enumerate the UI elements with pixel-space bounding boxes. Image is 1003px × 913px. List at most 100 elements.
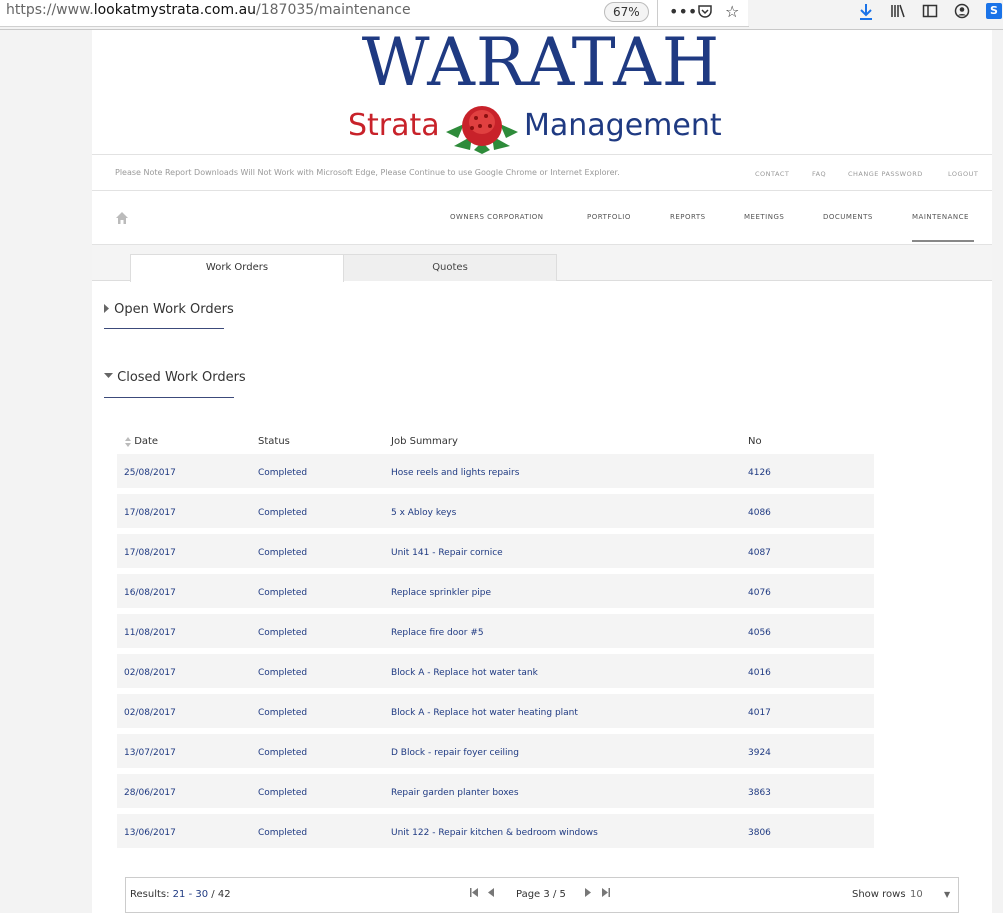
job-summary-cell: Hose reels and lights repairs (391, 468, 520, 478)
faq-link[interactable]: FAQ (812, 170, 826, 178)
open-work-orders-toggle[interactable]: Open Work Orders (104, 302, 234, 317)
download-icon[interactable] (858, 3, 874, 25)
first-page-icon[interactable] (470, 888, 478, 900)
extension-icon[interactable]: S (986, 3, 1002, 19)
last-page-icon[interactable] (602, 888, 610, 900)
table-row[interactable]: 25/08/2017 Completed Hose reels and lights… (117, 454, 874, 488)
status-cell: Completed (258, 788, 308, 798)
tab-quotes[interactable]: Quotes (343, 254, 557, 281)
caret-right-icon (104, 304, 109, 313)
table-row[interactable]: 11/08/2017 Completed Replace fire door #5 4… (117, 614, 874, 648)
chevron-down-icon[interactable]: ▼ (944, 890, 950, 899)
table-row[interactable]: 28/06/2017 Completed Repair garden planter… (117, 774, 874, 808)
date-cell: 13/07/2017 (124, 748, 176, 758)
number-cell: 3924 (748, 748, 771, 758)
table-row[interactable]: 16/08/2017 Completed Replace sprinkler pip… (117, 574, 874, 608)
number-cell: 4016 (748, 668, 771, 678)
library-icon[interactable] (890, 3, 906, 23)
job-summary-cell: Replace sprinkler pipe (391, 588, 492, 598)
status-cell: Completed (258, 628, 308, 638)
table-row[interactable]: 13/06/2017 Completed Unit 122 - Repair kit… (117, 814, 874, 848)
divider (92, 190, 992, 191)
contact-link[interactable]: CONTACT (755, 170, 789, 178)
job-summary-cell: Block A - Replace hot water heating plan… (391, 708, 578, 718)
no-column-header[interactable]: No (748, 436, 762, 447)
date-column-header[interactable]: Date (125, 436, 158, 447)
nav-portfolio[interactable]: PORTFOLIO (587, 213, 631, 221)
nav-owners-corporation[interactable]: OWNERS CORPORATION (450, 213, 544, 221)
date-cell: 16/08/2017 (124, 588, 176, 598)
url-text[interactable]: https://www.lookatmystrata.com.au/187035… (6, 2, 411, 18)
browser-notice: Please Note Report Downloads Will Not Wo… (115, 168, 620, 177)
status-column-header[interactable]: Status (258, 436, 290, 447)
pagination-bar: Results: 21 - 30 / 42 Page 3 / 5 Show ro… (125, 877, 959, 913)
date-cell: 25/08/2017 (124, 468, 176, 478)
page-indicator: Page 3 / 5 (516, 889, 566, 900)
number-cell: 4056 (748, 628, 771, 638)
date-cell: 02/08/2017 (124, 668, 176, 678)
status-cell: Completed (258, 468, 308, 478)
number-cell: 4086 (748, 508, 771, 518)
date-cell: 13/06/2017 (124, 828, 176, 838)
closed-work-orders-label: Closed Work Orders (117, 370, 246, 385)
number-cell: 4087 (748, 548, 771, 558)
date-cell: 11/08/2017 (124, 628, 176, 638)
sidebar-icon[interactable] (922, 3, 938, 23)
date-cell: 28/06/2017 (124, 788, 176, 798)
number-cell: 4126 (748, 468, 771, 478)
divider (92, 154, 992, 155)
next-page-icon[interactable] (585, 888, 591, 900)
status-cell: Completed (258, 588, 308, 598)
more-actions-icon[interactable]: ••• (669, 3, 697, 21)
section-underline (104, 397, 234, 398)
results-summary: Results: 21 - 30 / 42 (130, 889, 231, 900)
job-summary-cell: Block A - Replace hot water tank (391, 668, 538, 678)
date-cell: 17/08/2017 (124, 548, 176, 558)
status-cell: Completed (258, 748, 308, 758)
job-summary-column-header[interactable]: Job Summary (391, 436, 458, 447)
nav-maintenance[interactable]: MAINTENANCE (912, 213, 969, 221)
table-row[interactable]: 02/08/2017 Completed Block A - Replace hot… (117, 654, 874, 688)
account-icon[interactable] (954, 3, 970, 23)
waratah-logo[interactable]: WARATAH Strata Management (348, 24, 734, 154)
number-cell: 4076 (748, 588, 771, 598)
home-icon[interactable] (115, 211, 129, 225)
status-cell: Completed (258, 548, 308, 558)
change-password-link[interactable]: CHANGE PASSWORD (848, 170, 923, 178)
job-summary-cell: Unit 122 - Repair kitchen & bedroom wind… (391, 828, 598, 838)
job-summary-cell: Replace fire door #5 (391, 628, 484, 638)
job-summary-cell: D Block - repair foyer ceiling (391, 748, 519, 758)
section-underline (104, 328, 224, 329)
table-row[interactable]: 17/08/2017 Completed 5 x Abloy keys 4086 (117, 494, 874, 528)
waratah-flower-icon (446, 106, 518, 154)
caret-down-icon (104, 373, 113, 378)
date-cell: 17/08/2017 (124, 508, 176, 518)
pocket-icon[interactable] (697, 3, 713, 23)
table-row[interactable]: 13/07/2017 Completed D Block - repair foye… (117, 734, 874, 768)
status-cell: Completed (258, 708, 308, 718)
nav-reports[interactable]: REPORTS (670, 213, 706, 221)
show-rows-label: Show rows (852, 889, 906, 900)
rows-per-page-select[interactable]: 10 (910, 889, 923, 900)
job-summary-cell: 5 x Abloy keys (391, 508, 457, 518)
prev-page-icon[interactable] (488, 888, 494, 900)
table-row[interactable]: 17/08/2017 Completed Unit 141 - Repair cor… (117, 534, 874, 568)
job-summary-cell: Unit 141 - Repair cornice (391, 548, 503, 558)
open-work-orders-label: Open Work Orders (114, 302, 234, 317)
date-cell: 02/08/2017 (124, 708, 176, 718)
zoom-level-badge[interactable]: 67% (604, 2, 649, 22)
table-row[interactable]: 02/08/2017 Completed Block A - Replace hot… (117, 694, 874, 728)
status-cell: Completed (258, 668, 308, 678)
nav-documents[interactable]: DOCUMENTS (823, 213, 873, 221)
sort-icon (125, 437, 131, 447)
number-cell: 3806 (748, 828, 771, 838)
nav-meetings[interactable]: MEETINGS (744, 213, 784, 221)
job-summary-cell: Repair garden planter boxes (391, 788, 519, 798)
tab-work-orders[interactable]: Work Orders (130, 254, 344, 282)
logout-link[interactable]: LOGOUT (948, 170, 978, 178)
number-cell: 3863 (748, 788, 771, 798)
url-bar[interactable]: https://www.lookatmystrata.com.au/187035… (0, 0, 749, 27)
closed-work-orders-toggle[interactable]: Closed Work Orders (104, 370, 246, 385)
bookmark-star-icon[interactable]: ☆ (725, 3, 739, 21)
status-cell: Completed (258, 828, 308, 838)
